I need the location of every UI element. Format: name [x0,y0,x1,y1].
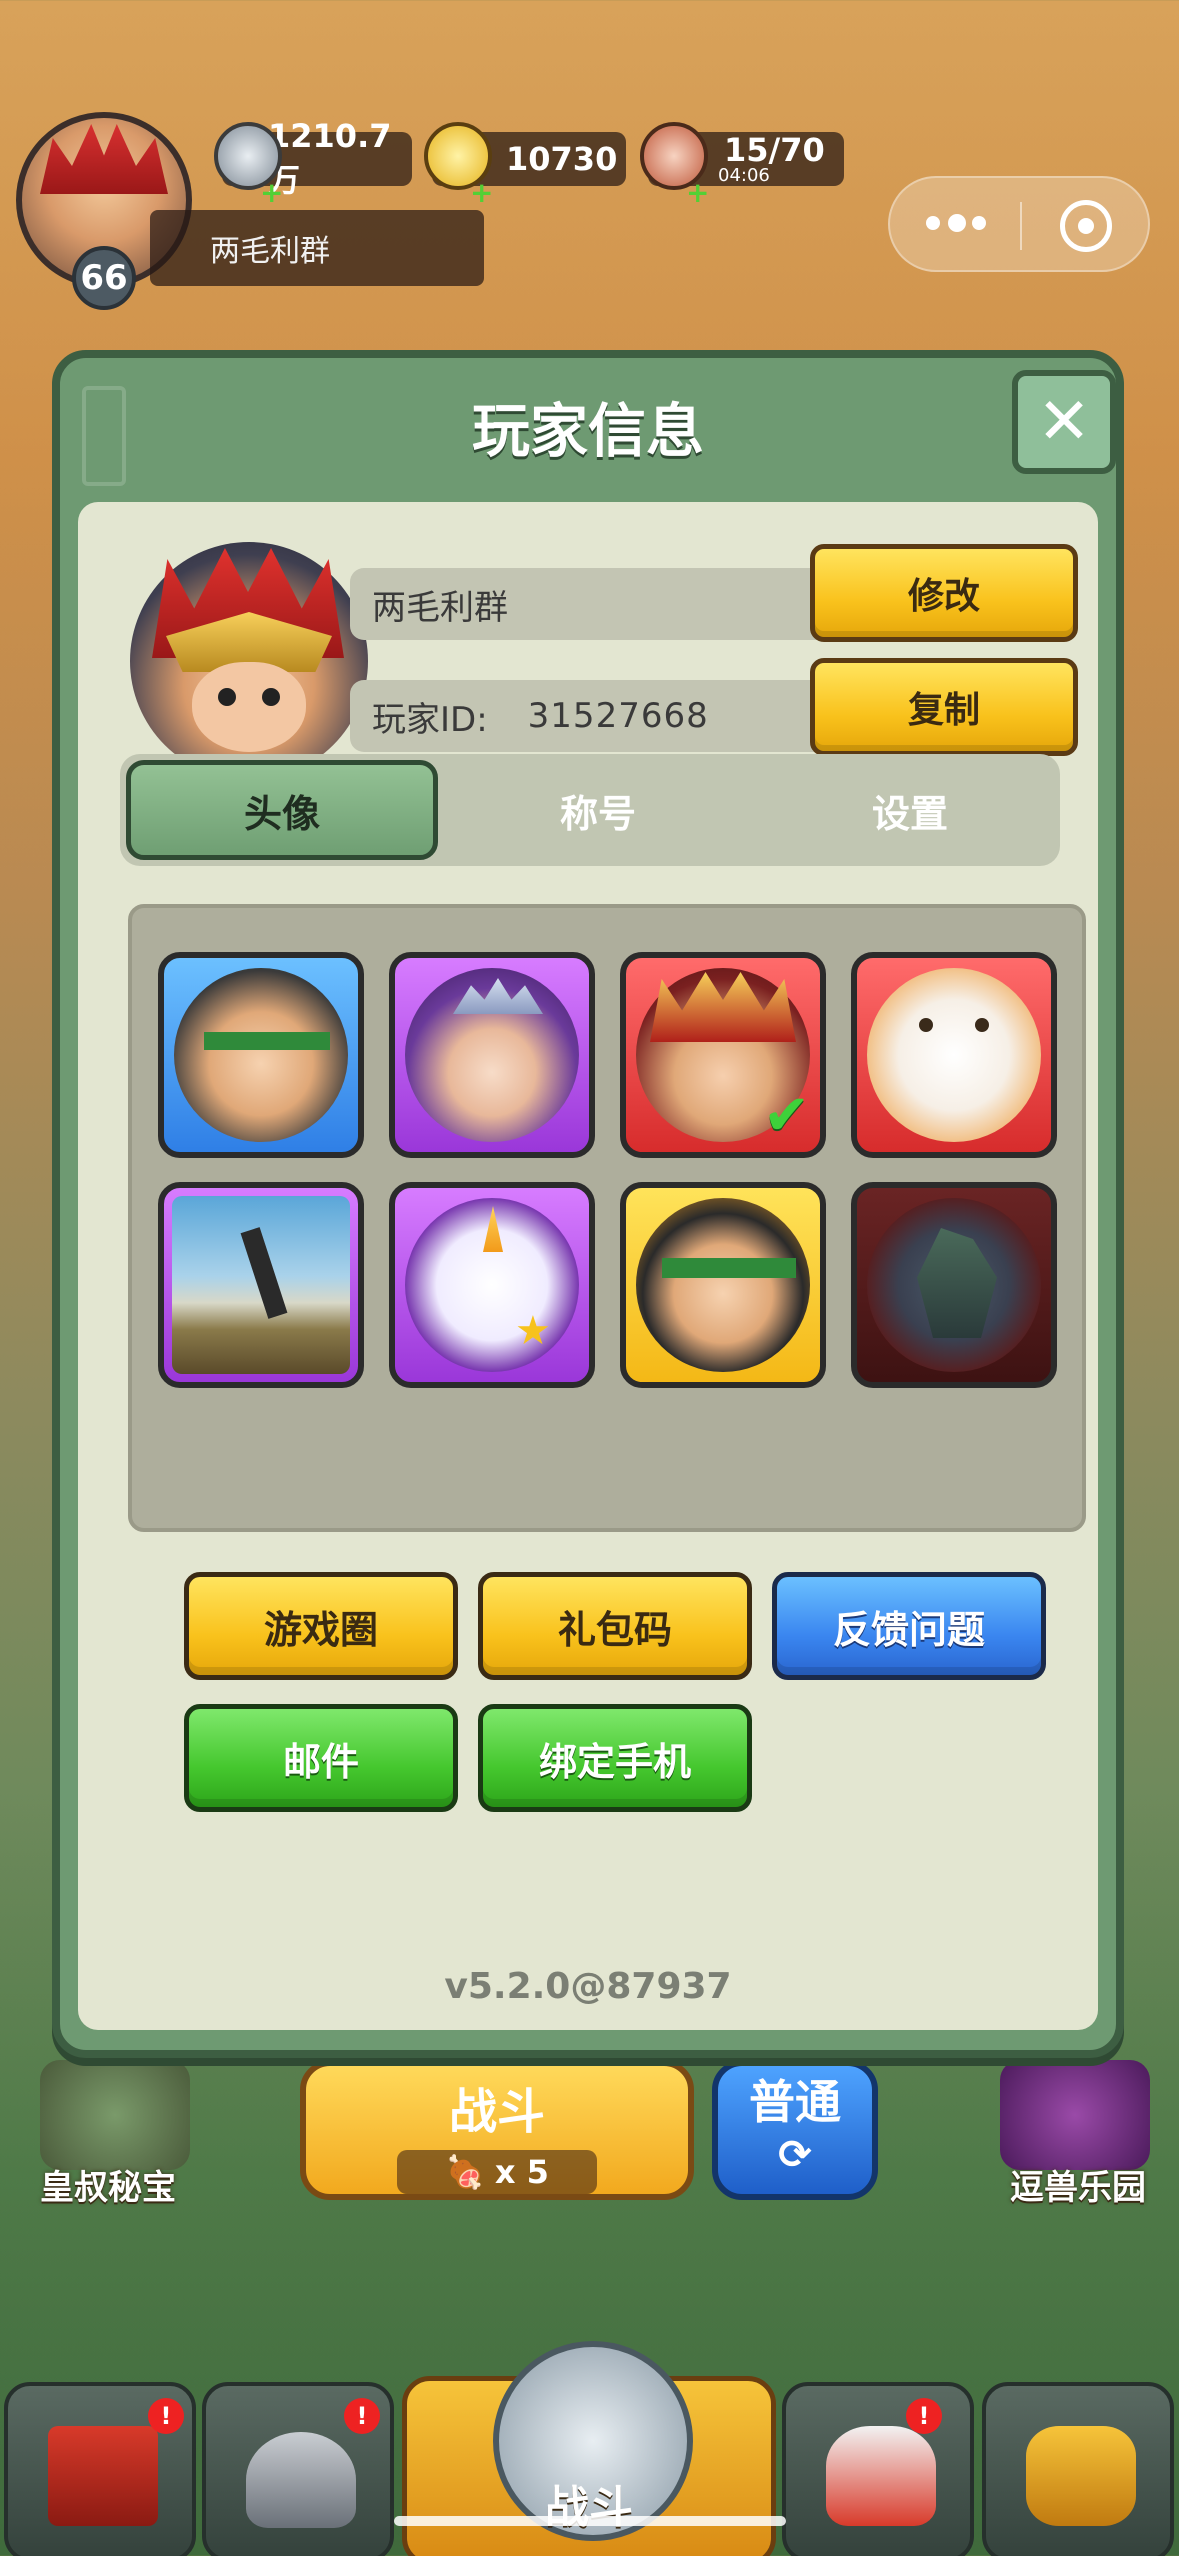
meat-icon: 🍖 [445,2153,485,2191]
tab-settings[interactable]: 设置 [754,760,1066,860]
avatar-portrait [636,1198,810,1372]
nav-heroes[interactable]: ! [782,2382,974,2556]
gift-code-label: 礼包码 [557,1607,672,1652]
bind-phone-button[interactable]: 绑定手机 [478,1704,752,1812]
name-value: 两毛利群 [372,587,508,628]
right-feature-label[interactable]: 逗兽乐园 [1010,2160,1146,2209]
profile-avatar [130,542,368,780]
id-value: 31527668 [527,696,709,736]
difficulty-normal-button[interactable]: 普通 ⟳ [712,2060,878,2200]
beast-park-icon[interactable] [1000,2060,1150,2170]
copy-id-button[interactable]: 复制 [810,658,1078,756]
nav-battle[interactable]: 战斗 [402,2341,776,2556]
silver-value: 1210.7万 [268,117,392,199]
game-circle-button[interactable]: 游戏圈 [184,1572,458,1680]
bind-phone-label: 绑定手机 [538,1739,691,1784]
battle-button[interactable]: 战斗 🍖 x 5 [300,2060,694,2200]
nav-equipment[interactable]: ! [202,2382,394,2556]
tab-settings-label: 设置 [871,791,948,836]
add-icon: + [686,176,710,209]
avatar-portrait [174,968,348,1142]
gold-counter[interactable]: + 10730 [424,122,626,209]
avatar-eye [262,688,280,706]
battle-cost: 🍖 x 5 [397,2150,597,2194]
headband [204,1032,330,1050]
feedback-label: 反馈问题 [832,1607,985,1652]
player-name-pill: 两毛利群 [150,210,484,286]
avatar-option-unicorn[interactable]: ★ [389,1182,595,1388]
close-button[interactable]: ✕ [1012,370,1116,474]
helmet-icon [246,2432,356,2528]
alert-badge: ! [344,2398,380,2434]
helmet-decoration [40,124,168,194]
stamina-value: 15/70 [724,131,825,169]
avatar-option-purple-hair-princess[interactable] [389,952,595,1158]
cat-eye [919,1018,933,1032]
normal-label: 普通 [749,2075,841,2129]
silver-counter[interactable]: + 1210.7万 [214,117,412,209]
add-icon: + [260,176,284,209]
add-icon: + [470,176,494,209]
nav-shop[interactable]: ! [4,2382,196,2556]
tab-avatar-label: 头像 [243,791,320,836]
avatar-portrait [867,968,1041,1142]
treasure-character-icon[interactable] [40,2060,190,2170]
avatar-face [192,662,306,752]
battle-cost-value: x 5 [494,2153,549,2191]
stamina-timer: 04:06 [718,165,770,186]
alert-badge: ! [148,2398,184,2434]
tab-title-label: 称号 [559,791,636,836]
close-icon: ✕ [1037,385,1091,459]
name-field: 两毛利群 [350,568,850,640]
nav-upgrade[interactable] [982,2382,1174,2556]
battle-label: 战斗 [448,2084,545,2140]
avatar-eye [218,688,236,706]
modal-panel: 两毛利群 修改 玩家ID: 31527668 复制 头像 称号 设置 ✔ ★ 游… [78,502,1098,2030]
avatar-grid: ✔ ★ [128,904,1086,1532]
player-info-modal: 玩家信息 ✕ 两毛利群 修改 玩家ID: 31527668 复制 头像 称号 设… [52,350,1124,2058]
avatar-option-green-headband-warrior[interactable] [158,952,364,1158]
mail-label: 邮件 [282,1739,359,1784]
feedback-button[interactable]: 反馈问题 [772,1572,1046,1680]
tab-title[interactable]: 称号 [442,760,754,860]
refresh-icon: ⟳ [778,2132,812,2178]
close-program-icon[interactable] [1060,200,1112,252]
tab-bar: 头像 称号 设置 [120,754,1060,866]
more-icon[interactable] [926,212,986,236]
game-circle-label: 游戏圈 [263,1607,378,1652]
tab-avatar[interactable]: 头像 [126,760,438,860]
star-icon: ★ [515,1308,551,1354]
mail-button[interactable]: 邮件 [184,1704,458,1812]
upgrade-fist-icon [1026,2426,1136,2526]
avatar-option-lucky-cat[interactable] [851,952,1057,1158]
bottom-nav: ! ! 战斗 ! [0,2341,1179,2556]
modal-title: 玩家信息 [471,397,704,465]
cat-eye [975,1018,989,1032]
rooster-hero-icon [826,2426,936,2526]
gold-value: 10730 [506,140,618,178]
mini-program-capsule [888,176,1150,272]
id-field: 玩家ID: 31527668 [350,680,850,752]
avatar-option-red-helmet-warrior[interactable]: ✔ [620,952,826,1158]
avatar-option-dark-dragon[interactable] [851,1182,1057,1388]
edit-name-button[interactable]: 修改 [810,544,1078,642]
version-label: v5.2.0@87937 [444,1966,732,2007]
home-indicator [394,2516,786,2526]
gift-code-button[interactable]: 礼包码 [478,1572,752,1680]
selected-check-icon: ✔ [763,1083,810,1148]
alert-badge: ! [906,2398,942,2434]
avatar-option-photo-person-jumping[interactable] [158,1182,364,1388]
left-feature-label[interactable]: 皇叔秘宝 [40,2160,176,2209]
level-badge: 66 [72,246,136,310]
id-label: 玩家ID: [372,699,488,740]
copy-label: 复制 [907,690,980,731]
edit-label: 修改 [907,576,980,617]
avatar-option-laughing-headband-warrior[interactable] [620,1182,826,1388]
headband [662,1258,796,1278]
player-name: 两毛利群 [210,234,330,269]
shop-gate-icon [48,2426,158,2526]
stamina-counter[interactable]: + 15/70 04:06 [640,122,844,209]
